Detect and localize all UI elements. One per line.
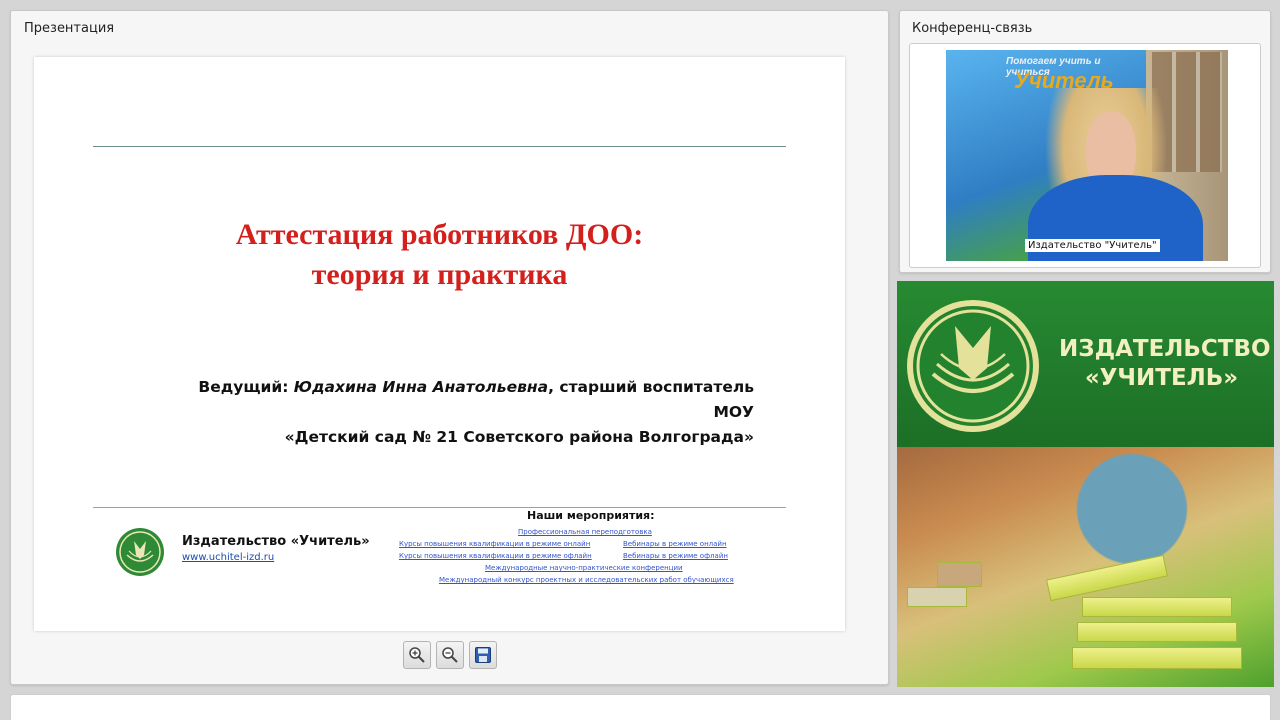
presenter-label: Ведущий: — [198, 378, 294, 396]
presenter-org: «Детский сад № 21 Советского района Волг… — [284, 428, 754, 446]
slide-title-line1: Аттестация работников ДОО: — [235, 218, 644, 251]
event-link-courses-offline[interactable]: Курсы повышения квалификации в режиме оф… — [399, 552, 592, 560]
presentation-panel-title: Презентация — [24, 21, 115, 36]
brand-logo-icon — [907, 300, 1039, 432]
books-globe-image — [897, 447, 1274, 687]
conference-panel: Конференц-связь Помогаем учить и учиться… — [899, 10, 1271, 273]
zoom-in-button[interactable] — [403, 641, 431, 669]
zoom-out-button[interactable] — [436, 641, 464, 669]
slide-publisher-url[interactable]: www.uchitel-izd.ru — [182, 552, 274, 563]
conference-panel-title: Конференц-связь — [912, 21, 1033, 36]
brand-name-line1: ИЗДАТЕЛЬСТВО — [1059, 336, 1271, 362]
brand-banner: ИЗДАТЕЛЬСТВО «УЧИТЕЛЬ» — [897, 281, 1274, 687]
book-shape — [1082, 597, 1232, 617]
presentation-slide: Аттестация работников ДОО: теория и прак… — [34, 57, 845, 631]
brand-name-line2: «УЧИТЕЛЬ» — [1084, 365, 1239, 391]
slide-title-line2: теория и практика — [311, 258, 568, 291]
book-shape — [907, 587, 967, 607]
slide-title: Аттестация работников ДОО: теория и прак… — [34, 215, 845, 295]
publisher-logo-icon — [116, 528, 164, 576]
event-link-webinars-online[interactable]: Вебинары в режиме онлайн — [623, 540, 727, 548]
event-link-webinars-offline[interactable]: Вебинары в режиме офлайн — [623, 552, 728, 560]
zoom-out-icon — [442, 647, 458, 663]
slide-top-rule — [93, 146, 786, 147]
presenter-name: Юдахина Инна Анатольевна — [293, 378, 549, 396]
presentation-panel: Презентация Аттестация работников ДОО: т… — [10, 10, 889, 685]
brand-banner-top: ИЗДАТЕЛЬСТВО «УЧИТЕЛЬ» — [897, 281, 1274, 447]
slide-publisher-name: Издательство «Учитель» — [182, 534, 370, 549]
video-container: Помогаем учить и учиться Учитель Издател… — [909, 43, 1261, 268]
event-link-retraining[interactable]: Профессиональная переподготовка — [518, 528, 652, 536]
slide-presenter: Ведущий: Юдахина Инна Анатольевна, старш… — [154, 375, 754, 450]
book-shape — [1072, 647, 1242, 669]
save-button[interactable] — [469, 641, 497, 669]
event-link-contest[interactable]: Международный конкурс проектных и исслед… — [439, 576, 734, 584]
bottom-panel — [10, 694, 1271, 720]
book-shape — [1046, 554, 1168, 602]
presenter-role: , старший воспитатель МОУ — [548, 378, 754, 421]
floppy-disk-icon — [475, 647, 491, 663]
video-feed[interactable]: Помогаем учить и учиться Учитель Издател… — [946, 50, 1228, 261]
book-shape — [937, 562, 982, 587]
zoom-in-icon — [409, 647, 425, 663]
event-link-courses-online[interactable]: Курсы повышения квалификации в режиме он… — [399, 540, 590, 548]
video-participant-label: Издательство "Учитель" — [1025, 239, 1160, 252]
events-title: Наши мероприятия: — [527, 509, 655, 522]
slide-bottom-rule — [93, 507, 786, 508]
book-shape — [1077, 622, 1237, 642]
brand-name: ИЗДАТЕЛЬСТВО «УЧИТЕЛЬ» — [1059, 335, 1271, 393]
event-link-conferences[interactable]: Международные научно-практические конфер… — [485, 564, 683, 572]
